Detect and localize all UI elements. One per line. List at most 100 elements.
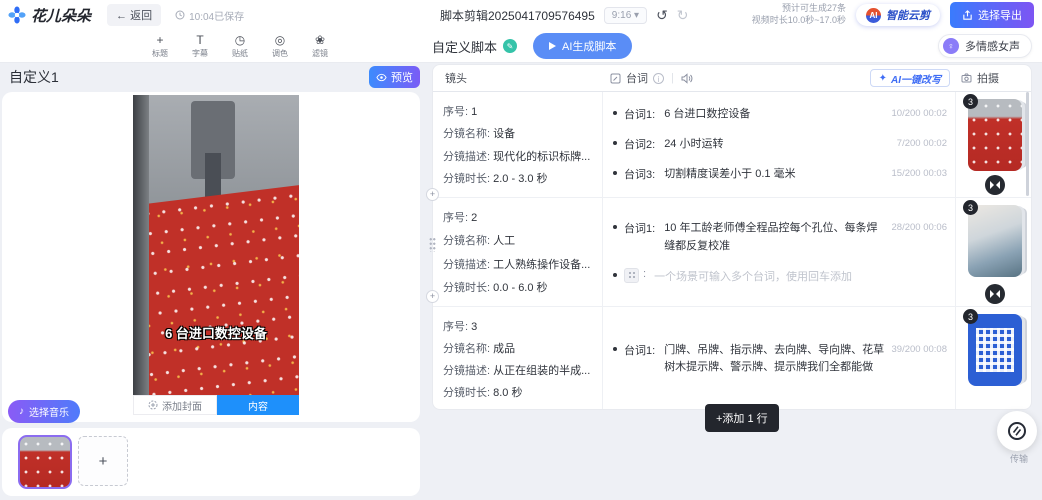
lines-cell: 台词1: 6 台进口数控设备 10/200 00:02 台词2: 24 小时运转… [603,92,956,197]
column-header-lines: 台词 i | ✦ AI一键改写 [603,65,956,91]
clip-count-badge: 3 [963,309,978,324]
char-count: 7/200 00:02 [897,138,947,149]
logo-text: 花儿朵朵 [31,5,91,26]
generation-estimates: 预计可生成27条 视频时长10.0秒~17.0秒 [752,3,846,26]
document-header: 脚本剪辑2025041709576495 9:16 ▾ ↺ ↻ [440,0,689,30]
add-row-button[interactable]: +添加 1 行 [705,404,779,432]
video-preview-card: 6 台进口数控设备 添加封面 内容 ♪ 选择音乐 [2,92,420,422]
voice-select-button[interactable]: ♀ 多情感女声 [938,34,1032,58]
placeholder-text: 一个场景可输入多个台词，使用回车添加 [654,268,947,284]
tool-subtitle[interactable]: T 字幕 [186,33,214,59]
insert-row-handle[interactable]: + [426,290,439,303]
estimate-duration: 视频时长10.0秒~17.0秒 [752,15,846,27]
char-count: 28/200 00:06 [892,222,947,233]
video-tab-bar: 添加封面 内容 [133,395,299,415]
header-divider: | [671,72,674,84]
line-item[interactable]: 台词2: 24 小时运转 7/200 00:02 [611,136,947,153]
script-row-3: 序号: 3 分镜名称: 成品 分镜描述: 从正在组装的半成... 分镜时长: 8… [433,307,1031,410]
table-scrollbar[interactable] [1026,92,1029,196]
edit-script-icon[interactable]: ✎ [503,39,517,53]
video-preview[interactable]: 6 台进口数控设备 [133,95,299,395]
shot-cell[interactable]: 序号: 1 分镜名称: 设备 分镜描述: 现代化的标识标牌... 分镜时长: 2… [433,92,603,197]
shot-cell[interactable]: 序号: 2 分镜名称: 人工 分镜描述: 工人熟练操作设备... 分镜时长: 0… [433,198,603,306]
replace-clip-button[interactable] [985,175,1005,195]
speaker-icon[interactable] [681,72,693,84]
select-music-button[interactable]: ♪ 选择音乐 [8,400,80,423]
script-type-label: 自定义脚本 ✎ [432,37,517,56]
table-header: 镜头 台词 i | ✦ AI一键改写 拍摄 [433,65,1031,92]
shoot-cell: 3 [956,198,1031,306]
script-row-2: 序号: 2 分镜名称: 人工 分镜描述: 工人熟练操作设备... 分镜时长: 0… [433,198,1031,307]
shoot-cell: 3 [956,92,1031,197]
smart-cloud-clip-button[interactable]: AI 智能云剪 [856,4,940,26]
replace-clip-button[interactable] [985,284,1005,304]
transfer-icon [1007,421,1027,441]
line-item[interactable]: 台词3: 切割精度误差小于 0.1 毫米 15/200 00:03 [611,166,947,183]
tool-title[interactable]: + 标题 [146,33,174,59]
machine-head-graphic [205,153,221,197]
play-icon [549,42,556,50]
ai-generate-script-button[interactable]: AI生成脚本 [533,33,632,59]
top-bar: 花儿朵朵 ← 返回 10:04已保存 脚本剪辑2025041709576495 … [0,0,1042,30]
frame-edge-graphic [133,95,149,395]
insert-row-handle[interactable]: + [426,188,439,201]
script-type-group: 自定义脚本 ✎ AI生成脚本 [432,30,632,62]
transfer-label: 传输 [1010,452,1028,465]
brand-label: 智能云剪 [886,7,930,23]
redo-button[interactable]: ↻ [677,7,689,24]
input-method-icon [624,268,639,283]
line-item[interactable]: 台词1: 10 年工龄老师傅全程品控每个孔位、每条焊缝都反复校准 28/200 … [611,220,947,254]
undo-button[interactable]: ↺ [656,7,668,24]
edit-icon[interactable] [609,72,621,84]
char-count: 39/200 00:08 [892,344,947,355]
scene-thumbnail-selected[interactable] [18,435,72,489]
add-cover-button[interactable]: 添加封面 [133,395,217,415]
content-tab[interactable]: 内容 [217,395,299,415]
voice-label: 多情感女声 [965,38,1020,54]
aspect-ratio-select[interactable]: 9:16 ▾ [604,7,647,24]
sparkle-icon: ✦ [879,73,887,84]
column-header-shot: 镜头 [433,70,603,86]
eye-icon [376,73,387,82]
export-button[interactable]: 选择导出 [950,2,1034,28]
info-icon[interactable]: i [653,73,664,84]
edit-toolbar: + 标题 T 字幕 ◷ 贴纸 ◎ 调色 ❀ 滤镜 自定义脚本 ✎ [0,30,1042,63]
tool-color[interactable]: ◎ 调色 [266,33,294,59]
camera-icon [960,72,972,84]
ai-rewrite-button[interactable]: ✦ AI一键改写 [870,69,950,87]
add-scene-button[interactable]: + [78,436,128,486]
line-item[interactable]: 台词1: 门牌、吊牌、指示牌、去向牌、导向牌、花草树木提示牌、警示牌、提示牌我们… [611,342,947,376]
shot-cell[interactable]: 序号: 3 分镜名称: 成品 分镜描述: 从正在组装的半成... 分镜时长: 8… [433,307,603,410]
voice-avatar-icon: ♀ [943,38,959,54]
line-item[interactable]: 台词1: 6 台进口数控设备 10/200 00:02 [611,106,947,123]
clock-icon [175,10,185,20]
column-header-shoot: 拍摄 [956,70,1031,86]
add-cover-icon [148,400,158,410]
bullet [613,273,617,277]
music-icon: ♪ [19,406,24,417]
app-root: 花儿朵朵 ← 返回 10:04已保存 脚本剪辑2025041709576495 … [0,0,1042,500]
placeholder-colon: : [643,268,646,280]
tool-sticker[interactable]: ◷ 贴纸 [226,33,254,59]
preview-button[interactable]: 预览 [369,66,420,88]
lines-cell: 台词1: 10 年工龄老师傅全程品控每个孔位、每条焊缝都反复校准 28/200 … [603,198,956,306]
flower-logo-icon [8,6,26,24]
filter-icon: ❀ [315,33,325,47]
topbar-right: 预计可生成27条 视频时长10.0秒~17.0秒 AI 智能云剪 选择导出 [752,2,1034,28]
tool-filter[interactable]: ❀ 滤镜 [306,33,334,59]
drag-row-handle[interactable] [429,237,436,252]
lines-cell: 台词1: 门牌、吊牌、指示牌、去向牌、导向牌、花草树木提示牌、警示牌、提示牌我们… [603,307,956,410]
clip-thumbnail[interactable]: 3 [968,314,1022,386]
plus-icon: + [156,33,163,47]
save-status: 10:04已保存 [175,8,244,23]
clip-count-badge: 3 [963,200,978,215]
transfer-fab[interactable] [997,411,1037,451]
back-button[interactable]: ← 返回 [107,4,161,26]
new-line-input[interactable]: : 一个场景可输入多个台词，使用回车添加 [611,268,947,284]
app-logo: 花儿朵朵 [8,5,91,26]
palette-icon: ◎ [275,33,285,47]
export-label: 选择导出 [978,7,1022,23]
clip-thumbnail[interactable]: 3 [968,99,1022,171]
clip-thumbnail[interactable]: 3 [968,205,1022,277]
video-caption-overlay: 6 台进口数控设备 [133,323,299,342]
